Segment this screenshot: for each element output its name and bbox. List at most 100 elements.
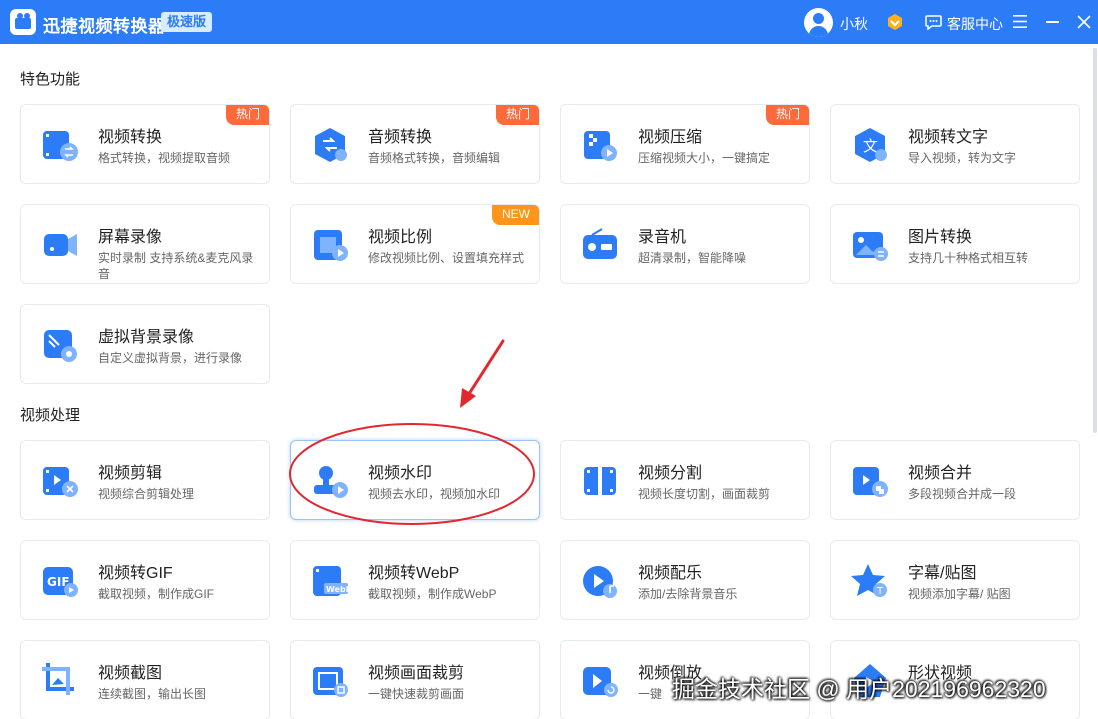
- app-title: 迅捷视频转换器: [43, 17, 166, 36]
- feature-card-audio-convert[interactable]: 音频转换音频格式转换，音频编辑 热门: [290, 104, 540, 184]
- card-title: 视频水印: [368, 465, 433, 482]
- card-title: 视频分割: [638, 465, 703, 482]
- avatar-icon[interactable]: [804, 8, 833, 37]
- card-title: 屏幕录像: [98, 229, 163, 246]
- vip-diamond-icon[interactable]: [886, 13, 904, 31]
- card-description: 连续截图，输出长图: [98, 687, 207, 701]
- card-description: 视频去水印，视频加水印: [368, 487, 501, 501]
- subtitle-sticker-icon: T: [851, 564, 887, 597]
- card-title: 视频转WebP: [368, 565, 460, 582]
- card-description: 视频综合剪辑处理: [98, 487, 195, 501]
- feature-card-video-to-webp[interactable]: WebP 视频转WebP 截取视频，制作成WebP: [290, 540, 540, 620]
- video-reverse-icon: [583, 667, 618, 697]
- annotation-arrow: [460, 339, 505, 408]
- svg-text:WebP: WebP: [326, 585, 350, 594]
- card-title: 音频转换: [368, 129, 433, 146]
- app-logo-icon: [10, 9, 36, 35]
- feature-card-video-split[interactable]: 视频分割视频长度切割，画面裁剪: [560, 440, 810, 520]
- edition-badge: 极速版: [161, 12, 213, 32]
- hot-badge: 热门: [225, 105, 269, 125]
- virtual-background-icon: [44, 330, 77, 362]
- feature-card-image-convert[interactable]: 图片转换支持几十种格式相互转: [830, 204, 1080, 284]
- new-badge: NEW: [492, 205, 539, 225]
- feature-card-screen-record[interactable]: 屏幕录像实时录制 支持系统&麦克风录音: [20, 204, 270, 284]
- close-icon[interactable]: [1077, 15, 1091, 29]
- feature-card-video-compress[interactable]: 视频压缩压缩视频大小，一键搞定 热门: [560, 104, 810, 184]
- feature-card-video-to-text[interactable]: 文 视频转文字导入视频，转为文字: [830, 104, 1080, 184]
- feature-card-video-ratio[interactable]: 视频比例修改视频比例、设置填充样式 NEW: [290, 204, 540, 284]
- card-description: 截取视频，制作成WebP: [368, 587, 497, 601]
- video-screenshot-icon: [42, 663, 74, 695]
- video-merge-icon: [853, 467, 888, 497]
- feature-card-video-convert[interactable]: 视频转换格式转换，视频提取音频 热门: [20, 104, 270, 184]
- card-description: 多段视频合并成一段: [908, 487, 1017, 501]
- feature-card-video-edit[interactable]: 视频剪辑视频综合剪辑处理: [20, 440, 270, 520]
- feature-card-recorder[interactable]: 录音机超清录制，智能降噪: [560, 204, 810, 284]
- feature-card-subtitle-sticker[interactable]: T 字幕/贴图视频添加字幕/ 贴图: [830, 540, 1080, 620]
- card-description: 音频格式转换，音频编辑: [368, 151, 501, 165]
- video-edit-icon: [43, 467, 78, 497]
- video-ratio-icon: [314, 230, 348, 261]
- recorder-icon: [583, 228, 617, 259]
- card-description: 支持几十种格式相互转: [908, 251, 1029, 265]
- video-convert-icon: [43, 131, 78, 161]
- card-description: 添加/去除背景音乐: [638, 587, 738, 601]
- card-description: 视频添加字幕/ 贴图: [908, 587, 1011, 601]
- card-title: 视频截图: [98, 665, 163, 682]
- image-convert-icon: [853, 232, 888, 261]
- card-title: 图片转换: [908, 229, 973, 246]
- card-title: 视频剪辑: [98, 465, 163, 482]
- card-description: 压缩视频大小，一键搞定: [638, 151, 771, 165]
- video-to-gif-icon: GIF: [43, 567, 78, 597]
- card-description: 一键快速裁剪画面: [368, 687, 465, 701]
- section-title-video-processing: 视频处理: [20, 407, 81, 424]
- screen-record-icon: [44, 234, 77, 256]
- card-title: 虚拟背景录像: [98, 329, 195, 346]
- card-description: 自定义虚拟背景，进行录像: [98, 351, 243, 365]
- scrollbar-thumb[interactable]: [1093, 48, 1097, 433]
- feature-card-video-to-gif[interactable]: GIF 视频转GIF 截取视频，制作成GIF: [20, 540, 270, 620]
- feature-card-video-screenshot[interactable]: 视频截图连续截图，输出长图: [20, 640, 270, 719]
- card-title: 视频配乐: [638, 565, 703, 582]
- menu-icon[interactable]: [1013, 15, 1027, 28]
- card-description: 导入视频，转为文字: [908, 151, 1017, 165]
- card-description: 格式转换，视频提取音频: [98, 151, 231, 165]
- card-description: 视频长度切割，画面裁剪: [638, 487, 771, 501]
- card-title: 录音机: [638, 229, 687, 246]
- card-title: 视频比例: [368, 229, 433, 246]
- card-title: 视频压缩: [638, 129, 703, 146]
- card-description: 实时录制 支持系统&麦克风录音: [98, 251, 254, 281]
- card-title: 字幕/贴图: [908, 565, 977, 582]
- card-description: 修改视频比例、设置填充样式: [368, 251, 525, 265]
- video-compress-icon: [584, 131, 617, 161]
- feature-card-video-watermark[interactable]: 视频水印视频去水印，视频加水印: [290, 440, 540, 520]
- video-split-icon: [584, 467, 616, 495]
- title-bar: 迅捷视频转换器 极速版 小秋 客服中心: [0, 0, 1098, 44]
- audio-convert-icon: [315, 128, 347, 162]
- hot-badge: 热门: [765, 105, 809, 125]
- card-title: 视频画面裁剪: [368, 665, 465, 682]
- watermark-text: 掘金技术社区 @ 用户2021969623​20: [672, 676, 1046, 702]
- card-description: 截取视频，制作成GIF: [98, 587, 214, 601]
- video-to-webp-icon: WebP: [313, 566, 350, 596]
- card-title: 视频转换: [98, 129, 163, 146]
- card-title: 视频转文字: [908, 129, 989, 146]
- section-title-featured: 特色功能: [20, 71, 81, 88]
- hot-badge: 热门: [495, 105, 539, 125]
- video-music-icon: [583, 566, 617, 598]
- svg-text:T: T: [876, 586, 884, 597]
- customer-service-label[interactable]: 客服中心: [947, 14, 1003, 34]
- card-title: 视频合并: [908, 465, 973, 482]
- card-description: 超清录制，智能降噪: [638, 251, 747, 265]
- video-to-text-icon: 文: [855, 128, 887, 162]
- feature-card-video-music[interactable]: 视频配乐添加/去除背景音乐: [560, 540, 810, 620]
- card-title: 视频转GIF: [98, 565, 173, 582]
- customer-service-icon[interactable]: [925, 14, 942, 30]
- minimize-icon[interactable]: [1046, 21, 1059, 23]
- feature-card-video-crop[interactable]: 视频画面裁剪 一键快速裁剪画面: [290, 640, 540, 719]
- video-watermark-icon: [314, 466, 348, 498]
- username[interactable]: 小秋: [840, 14, 868, 34]
- feature-card-virtual-background[interactable]: 虚拟背景录像自定义虚拟背景，进行录像: [20, 304, 270, 384]
- video-crop-icon: [313, 667, 348, 697]
- feature-card-video-merge[interactable]: 视频合并多段视频合并成一段: [830, 440, 1080, 520]
